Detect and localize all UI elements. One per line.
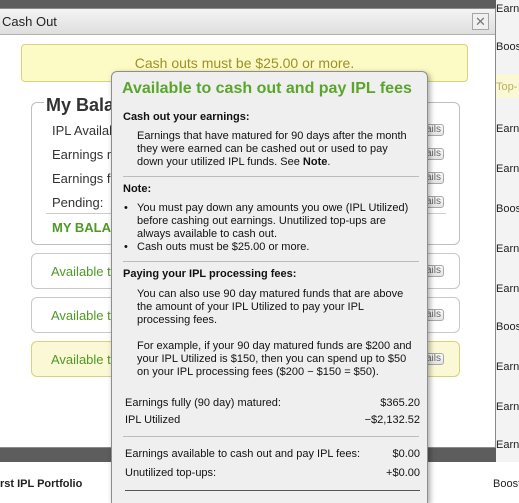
my-balance-total: MY BALA (52, 220, 111, 235)
background-portfolio-title: rst IPL Portfolio (0, 478, 83, 490)
cash-out-note-link: Note (302, 156, 328, 168)
summary-value: $365.20 (380, 397, 420, 409)
tooltip-divider (123, 261, 419, 262)
note-heading: Note: (123, 183, 152, 195)
dialog-titlebar[interactable]: Cash Out ✕ (0, 9, 495, 35)
summary-label: Earnings fully (90 day) matured: (125, 397, 281, 409)
total-value: +$0.00 (386, 467, 420, 479)
cash-out-text-body: Earnings that have matured for 90 days a… (137, 130, 407, 168)
balance-row-earnings-matured: Earnings m (52, 147, 118, 162)
background-item: Boost (496, 203, 519, 215)
background-item: Boost (496, 321, 519, 333)
total-rule (125, 490, 420, 491)
fees-text: You can also use 90 day matured funds th… (137, 288, 404, 326)
cash-out-text-end: . (327, 156, 331, 168)
note-item: You must pay down any amounts you owe (I… (124, 202, 420, 241)
option-label: Available t (51, 264, 111, 279)
background-item: Earnin (496, 123, 519, 135)
background-item: Earnin (496, 439, 519, 451)
summary-label: IPL Utilized (125, 414, 181, 426)
fees-heading: Paying your IPL processing fees: (123, 268, 297, 280)
background-item: Boost (496, 41, 519, 53)
total-label: Earnings available to cash out and pay I… (125, 448, 361, 460)
total-value: $0.00 (392, 448, 420, 460)
note-item: Cash outs must be $25.00 or more. (124, 241, 420, 254)
close-icon[interactable]: ✕ (472, 13, 489, 30)
background-item: Earnin (496, 243, 519, 255)
fees-example-text: For example, if your 90 day matured fund… (137, 340, 412, 378)
note-list: You must pay down any amounts you owe (I… (124, 202, 420, 254)
dialog-title: Cash Out (2, 14, 57, 29)
background-item: Boost (493, 478, 519, 490)
cash-out-heading: Cash out your earnings: (123, 111, 250, 123)
available-to-cash-out-tooltip: Available to cash out and pay IPL fees C… (111, 71, 428, 503)
tooltip-divider (123, 436, 419, 437)
background-item: Earnin (496, 401, 519, 413)
option-label: Available t (51, 352, 111, 367)
background-item: Earnin (496, 283, 519, 295)
summary-row-matured: Earnings fully (90 day) matured: $365.20 (125, 397, 420, 409)
option-label: Available t (51, 308, 111, 323)
balance-row-ipl-available: IPL Availab (52, 123, 117, 138)
background-page-strip: Earnin Boost Top- Earnin Earnin Boost Ea… (496, 0, 519, 503)
summary-row-ipl-utilized: IPL Utilized −$2,132.52 (125, 414, 420, 426)
total-label: Unutilized top-ups: (125, 467, 217, 479)
background-item: Earnin (496, 3, 519, 15)
cash-out-text: Earnings that have matured for 90 days a… (137, 130, 417, 169)
background-item: Top- (496, 81, 518, 93)
balance-row-earnings-fully: Earnings fu (52, 171, 118, 186)
total-row-available: Earnings available to cash out and pay I… (125, 448, 420, 460)
tooltip-divider (123, 176, 419, 177)
balance-row-pending: Pending: (52, 195, 104, 210)
tooltip-title: Available to cash out and pay IPL fees (122, 80, 412, 97)
background-item: Earnin (496, 361, 519, 373)
total-row-unutilized-topups: Unutilized top-ups: +$0.00 (125, 467, 420, 479)
background-item: Earnin (496, 163, 519, 175)
summary-value: −$2,132.52 (364, 414, 420, 426)
